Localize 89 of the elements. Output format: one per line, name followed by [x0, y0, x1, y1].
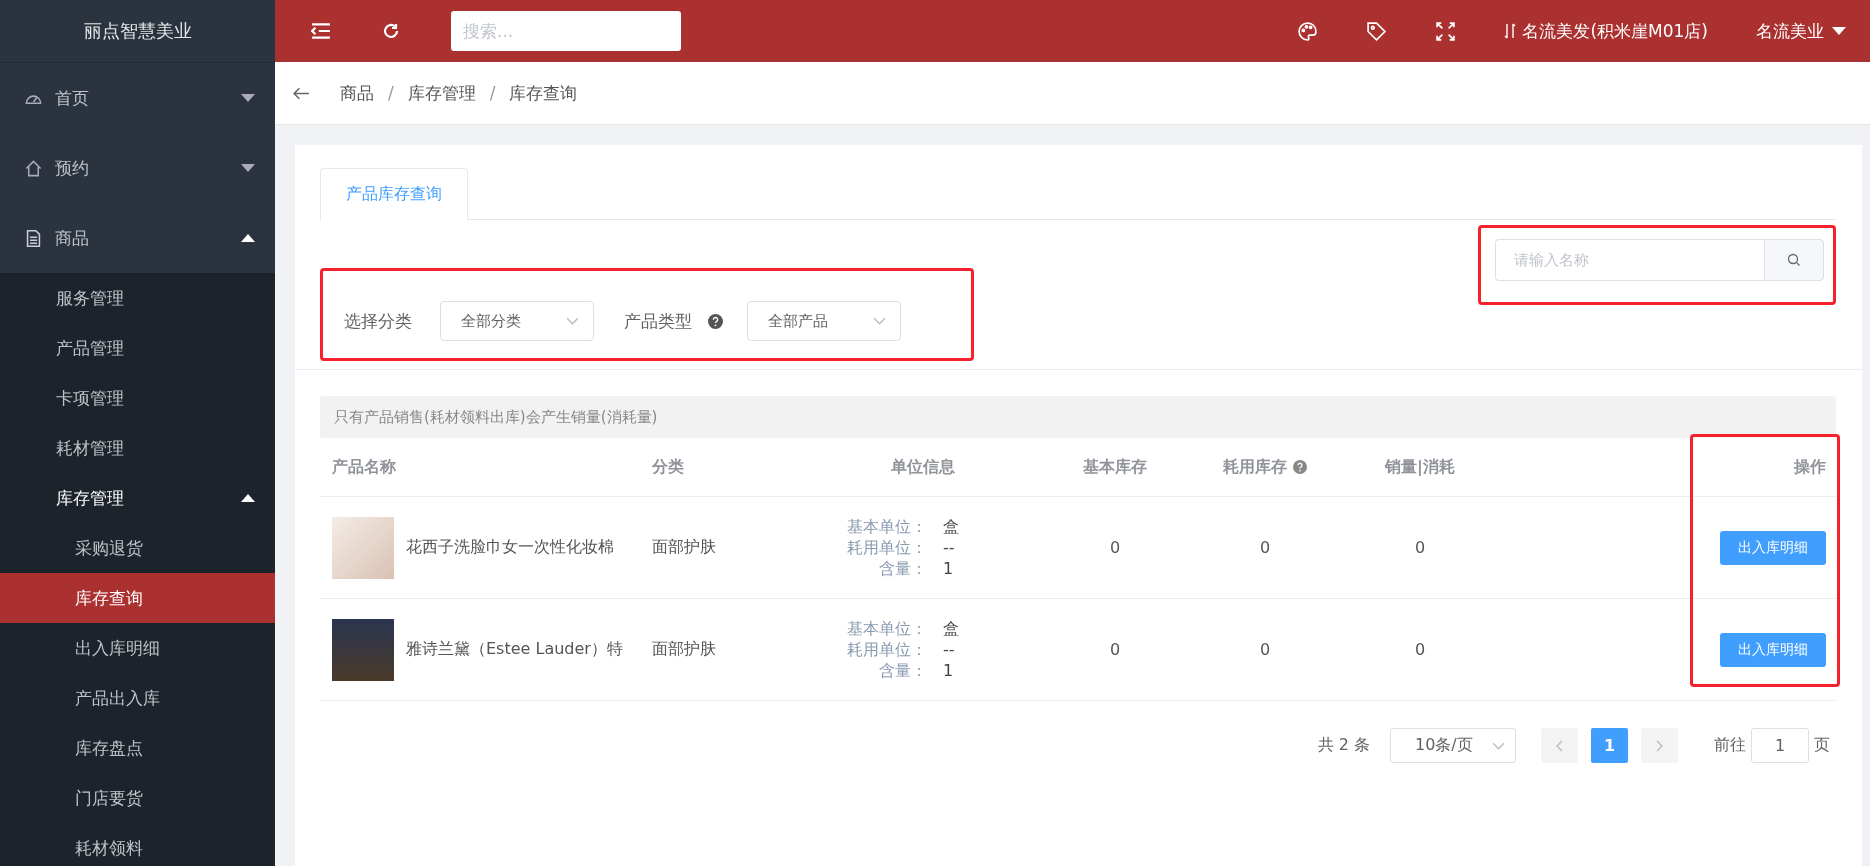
sales-value: 0: [1414, 538, 1426, 557]
column-header: 单位信息: [890, 456, 955, 478]
caret-up-icon: [241, 234, 255, 242]
store-name[interactable]: 名流美发(积米崖M01店): [1522, 19, 1708, 43]
sidebar-item[interactable]: 库存查询: [0, 573, 275, 623]
unit-label: 含量：: [878, 558, 927, 579]
sidebar-item[interactable]: 产品出入库: [0, 673, 275, 723]
name-search-field[interactable]: 请输入名称: [1495, 239, 1764, 281]
sidebar-item[interactable]: 服务管理: [0, 273, 275, 323]
unit-value: 1: [943, 660, 955, 681]
sidebar-item[interactable]: 耗材领料: [0, 823, 275, 866]
page-suffix: 页: [1814, 735, 1830, 756]
unit-label: 耗用单位：: [847, 537, 927, 558]
breadcrumb-item[interactable]: 库存管理: [407, 81, 476, 105]
column-header: 销量|消耗: [1385, 456, 1455, 478]
goto-label: 前往: [1714, 735, 1746, 756]
help-icon: [1293, 460, 1307, 474]
refresh-icon[interactable]: [381, 22, 401, 40]
caret-down-icon: [241, 164, 255, 172]
unit-value: 1: [943, 558, 955, 579]
stock-value: 0: [1259, 538, 1271, 557]
breadcrumb-separator: /: [388, 83, 394, 103]
palette-icon[interactable]: [1297, 20, 1319, 42]
page-input[interactable]: 1: [1751, 728, 1809, 763]
sidebar-item[interactable]: 库存管理: [0, 473, 275, 523]
notice-bar: 只有产品销售(耗材领料出库)会产生销量(消耗量): [320, 396, 1836, 438]
sidebar-item[interactable]: 首页: [0, 63, 275, 133]
document-icon: [24, 228, 43, 248]
fullscreen-icon[interactable]: [1435, 20, 1457, 42]
chevron-down-icon: [873, 317, 886, 325]
unit-label: 含量：: [878, 660, 927, 681]
sales-value: 0: [1414, 640, 1426, 659]
unit-label: 基本单位：: [847, 516, 927, 537]
search-icon: [1787, 253, 1801, 267]
breadcrumb-separator: /: [489, 83, 496, 103]
filter-select[interactable]: 全部分类: [440, 301, 594, 341]
chevron-left-icon: [1556, 739, 1563, 752]
brand-name: 丽点智慧美业: [0, 0, 275, 63]
column-header: 基本库存: [1083, 456, 1147, 478]
sidebar-item[interactable]: 出入库明细: [0, 623, 275, 673]
unit-value: --: [943, 537, 956, 558]
sidebar-item[interactable]: 采购退货: [0, 523, 275, 573]
unit-label: 基本单位：: [847, 618, 927, 639]
category-text: 面部护肤: [652, 639, 716, 660]
product-name: 雅诗兰黛（Estee Lauder）特: [406, 639, 623, 660]
unit-label: 耗用单位：: [847, 639, 927, 660]
sidebar-item[interactable]: 耗材管理: [0, 423, 275, 473]
total-count: 共 2 条: [1317, 735, 1370, 756]
caret-up-icon: [241, 494, 255, 502]
unit-value: 盒: [943, 516, 959, 537]
menu-icon[interactable]: [311, 22, 331, 40]
stock-value: 0: [1109, 538, 1121, 557]
sidebar-item[interactable]: 门店要货: [0, 773, 275, 823]
column-header: 分类: [652, 456, 684, 478]
chevron-right-icon: [1656, 739, 1663, 752]
caret-down-icon: [1832, 27, 1846, 35]
breadcrumb-item[interactable]: 库存查询: [509, 81, 578, 105]
user-menu[interactable]: 名流美业: [1756, 19, 1846, 43]
user-name: 名流美业: [1756, 19, 1824, 43]
caret-down-icon: [241, 94, 255, 102]
sidebar-item[interactable]: 商品: [0, 203, 275, 273]
breadcrumb-item[interactable]: 商品: [340, 81, 374, 105]
photo-placeholder: [332, 516, 394, 579]
search-field[interactable]: 搜索...: [451, 11, 681, 51]
column-header: 产品名称: [332, 456, 396, 478]
stock-value: 0: [1259, 640, 1271, 659]
switch-arrows-icon: [1504, 23, 1517, 39]
column-header: 耗用库存: [1223, 456, 1287, 478]
help-icon: [708, 313, 723, 329]
chevron-down-icon: [566, 317, 579, 325]
tag-icon[interactable]: [1366, 20, 1388, 42]
page-size-select[interactable]: 10条/页: [1390, 728, 1516, 763]
category-text: 面部护肤: [652, 537, 716, 558]
sidebar-item[interactable]: 预约: [0, 133, 275, 203]
back-arrow-icon[interactable]: [293, 86, 310, 100]
photo-placeholder: [332, 618, 394, 681]
product-name: 花西子洗脸巾女一次性化妆棉: [406, 537, 614, 558]
chevron-down-icon: [1492, 741, 1505, 750]
home-icon: [24, 158, 43, 178]
filter-label: 选择分类: [344, 309, 412, 333]
sidebar-item[interactable]: 库存盘点: [0, 723, 275, 773]
unit-value: --: [943, 639, 956, 660]
filter-label: 产品类型: [624, 309, 692, 333]
sidebar-item[interactable]: 产品管理: [0, 323, 275, 373]
unit-value: 盒: [943, 618, 959, 639]
stock-value: 0: [1109, 640, 1121, 659]
column-header: 操作: [1794, 456, 1826, 478]
filter-select[interactable]: 全部产品: [747, 301, 901, 341]
sidebar-item[interactable]: 卡项管理: [0, 373, 275, 423]
